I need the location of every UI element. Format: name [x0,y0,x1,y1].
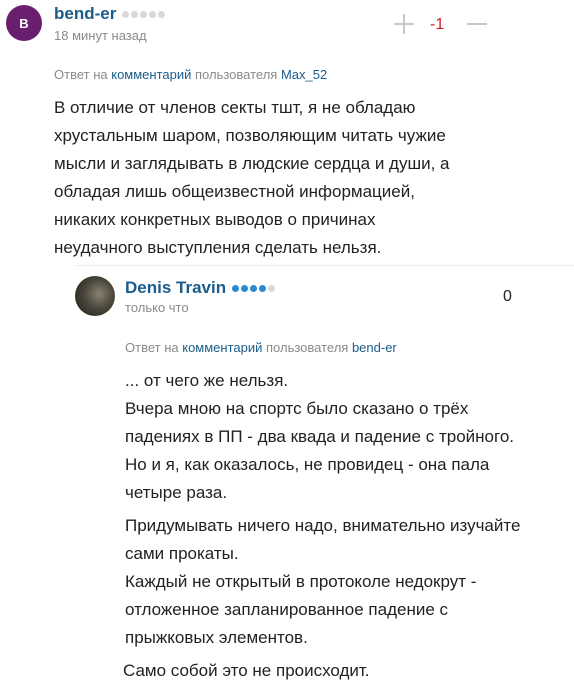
reply-mid: пользователя [266,340,349,355]
comment-text: ... от чего же нельзя. Вчера мною на спо… [125,367,574,507]
comment-line: неудачного выступления сделать нельзя. [54,238,382,257]
comment-line: хрустальным шаром, позволяющим читать чу… [54,126,446,145]
rating-dot [241,284,249,292]
avatar[interactable]: B [6,5,42,41]
comment-line: В отличие от членов секты тшт, я не обла… [54,98,416,117]
comment-time: 18 минут назад [54,28,147,43]
comment-score: -1 [430,16,445,33]
comment-line: четыре раза. [125,483,228,502]
reply-user-link[interactable]: bend-er [352,340,397,355]
comment-line: Но и я, как оказалось, не провидец - она… [125,455,490,474]
comment-line: отложенное запланированное падение с [125,600,449,619]
comment-line: мысли и заглядывать в людские сердца и д… [54,154,450,173]
reply-mid: пользователя [195,67,278,82]
comment-text: Придумывать ничего надо, внимательно изу… [125,512,574,652]
comment-score: 0 [503,288,512,305]
comment-text: В отличие от членов секты тшт, я не обла… [54,94,564,262]
rating-dot [149,10,157,18]
rating-dots [232,284,276,292]
comment-time: только что [125,300,189,315]
rating-dot [259,284,267,292]
comment-line: никаких конкретных выводов о причинах [54,210,376,229]
comment-line: прыжковых элементов. [125,628,308,647]
rating-dots [122,10,166,18]
reply-info: Ответ на комментарий пользователя bend-e… [125,340,397,355]
reply-prefix: Ответ на [125,340,179,355]
avatar[interactable] [75,276,115,316]
comment-line: падениях в ПП - два квада и падение с тр… [125,427,514,446]
rating-dot [232,284,240,292]
avatar-letter: B [19,15,29,31]
username[interactable]: Denis Travin [125,278,226,298]
reply-info: Ответ на комментарий пользователя Max_52 [54,67,327,82]
comment-line: ... от чего же нельзя. [125,371,289,390]
comment-line: Вчера мною на спортс было сказано о трёх [125,399,469,418]
reply-user-link[interactable]: Max_52 [281,67,327,82]
rating-dot [268,284,276,292]
rating-dot [140,10,148,18]
minus-icon[interactable] [465,12,489,36]
rating-dot [158,10,166,18]
comment-line: Каждый не открытый в протоколе недокрут … [125,572,477,591]
rating-dot [131,10,139,18]
divider [75,265,574,266]
username[interactable]: bend-er [54,4,116,24]
comment-line: Само собой это не происходит. [123,661,370,680]
rating-dot [122,10,130,18]
reply-comment-link[interactable]: комментарий [111,67,191,82]
comment-line: Придумывать ничего надо, внимательно изу… [125,516,521,535]
comment-line: обладая лишь общеизвестной информацией, [54,182,415,201]
comment-line: сами прокаты. [125,544,239,563]
reply-comment-link[interactable]: комментарий [182,340,262,355]
rating-dot [250,284,258,292]
reply-prefix: Ответ на [54,67,108,82]
plus-icon[interactable] [392,12,416,36]
